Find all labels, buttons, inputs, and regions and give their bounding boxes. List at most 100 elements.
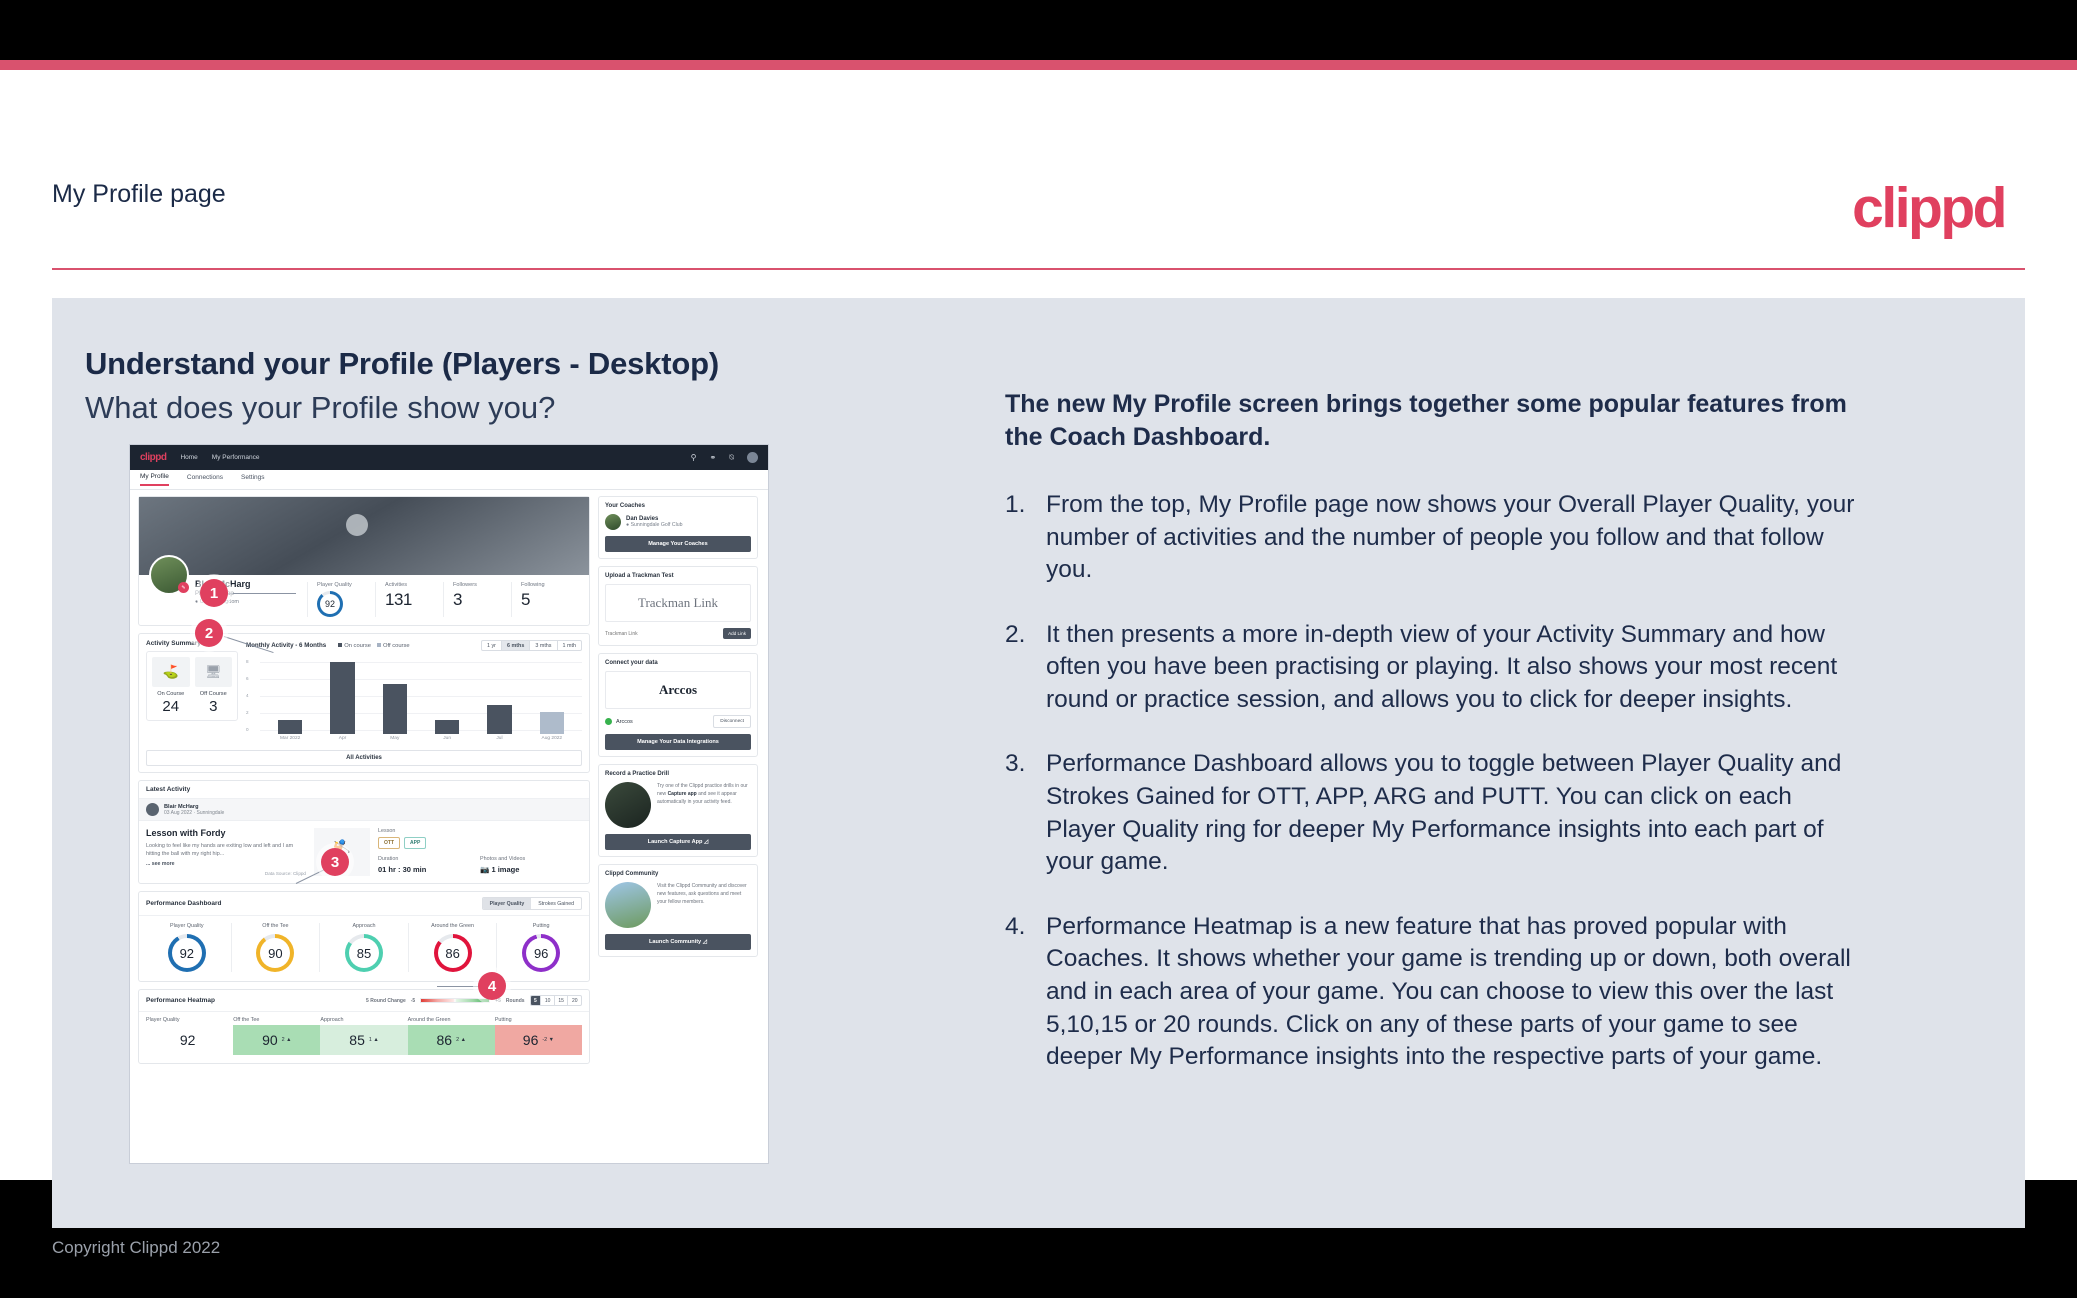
manage-coaches-button[interactable]: Manage Your Coaches [605, 536, 751, 552]
heatmap-cell-player-quality[interactable]: 92 [146, 1025, 234, 1056]
app-navbar: clippd Home My Performance ⚲ ⚭ ⍉ [130, 445, 768, 470]
ytick: 4 [246, 693, 249, 698]
bar [278, 719, 303, 734]
ring-around-the-green[interactable]: Around the Green 86 [407, 923, 497, 973]
activity-media: Photos and Videos 📷 1 image [480, 856, 582, 874]
range-6mths[interactable]: 6 mths [501, 641, 531, 650]
add-link-button[interactable]: Add Link [723, 628, 751, 639]
range-1yr[interactable]: 1 yr [482, 641, 502, 650]
rounds-5[interactable]: 5 [530, 996, 542, 1006]
cell-value: 85 [349, 1032, 365, 1049]
stat-player-quality[interactable]: Player Quality 92 [307, 582, 375, 617]
bar [487, 705, 512, 734]
bar [382, 683, 407, 734]
scale-min: -5 [410, 997, 416, 1004]
callout-marker-4[interactable]: 4 [478, 972, 506, 1000]
ring-off-the-tee[interactable]: Off the Tee 90 [230, 923, 320, 973]
heatmap-cell-around-the-green[interactable]: 86 2 ▲ [407, 1025, 495, 1056]
edit-pencil-icon[interactable]: ✎ [178, 582, 189, 593]
rounds-20[interactable]: 20 [568, 996, 581, 1005]
toggle-strokes-gained[interactable]: Strokes Gained [531, 898, 581, 909]
launch-capture-app-button[interactable]: Launch Capture App ◿ [605, 834, 751, 850]
disconnect-button[interactable]: Disconnect [713, 715, 751, 728]
community-icon[interactable]: ⚭ [709, 453, 716, 462]
launch-community-button[interactable]: Launch Community ◿ [605, 934, 751, 950]
ring-player-quality[interactable]: Player Quality 92 [143, 923, 231, 973]
community-photo [605, 882, 651, 928]
ring-label: Player Quality [170, 923, 204, 930]
monitor-icon: 🖥 [194, 657, 232, 687]
ring-label: Around the Green [431, 923, 474, 930]
ring-approach[interactable]: Approach 85 [319, 923, 408, 973]
all-activities-button[interactable]: All Activities [146, 750, 582, 766]
activity-body: Lesson with Fordy Looking to feel like m… [139, 821, 589, 883]
ring-putting[interactable]: Putting 96 [496, 923, 585, 973]
connected-status-icon [605, 718, 612, 725]
avatar-icon[interactable] [747, 452, 758, 463]
stat-value: 131 [385, 590, 412, 609]
heatmap-cell-putting[interactable]: 96 -2 ▼ [494, 1025, 583, 1056]
profile-stats: Player Quality 92 Activities 131 Followe… [307, 575, 579, 617]
clippd-logo: clippd [1852, 176, 2007, 240]
toggle-player-quality[interactable]: Player Quality [482, 898, 532, 910]
activity-author: Blair McHarg 03 Aug 2022 · Sunningdale [139, 799, 589, 821]
ring-label: Off the Tee [262, 923, 289, 930]
list-number: 2. [1005, 620, 1026, 648]
nav-link-home[interactable]: Home [180, 454, 197, 461]
duration-value: 01 hr : 30 min [378, 865, 427, 874]
chip-ott[interactable]: OTT [378, 837, 400, 849]
range-1mth[interactable]: 1 mth [558, 641, 581, 650]
activity-type-label: Lesson [378, 828, 396, 834]
cell-value: 90 [262, 1032, 278, 1049]
tab-my-profile[interactable]: My Profile [140, 473, 169, 486]
list-item: 4. Performance Heatmap is a new feature … [1005, 911, 1865, 1074]
heatmap-cell-approach[interactable]: 85 1 ▲ [320, 1025, 408, 1056]
list-text: Performance Dashboard allows you to togg… [1046, 750, 1842, 876]
activity-summary-card: Activity Summary ⛳ 🖥 On Course Off Cours… [138, 633, 590, 773]
player-quality-ring[interactable]: 92 [317, 591, 343, 617]
activity-chips: OTT APP [378, 837, 582, 849]
performance-dashboard-card: Performance Dashboard Player Quality Str… [138, 891, 590, 983]
trackman-card: Upload a Trackman Test Trackman Link Add… [598, 566, 758, 646]
practice-drill-text: Try one of the Clippd practice drills in… [657, 783, 748, 805]
trackman-title: Upload a Trackman Test [605, 573, 674, 579]
activity-text-column: Lesson with Fordy Looking to feel like m… [146, 828, 306, 876]
tab-settings[interactable]: Settings [241, 474, 265, 485]
rounds-15[interactable]: 15 [555, 996, 569, 1006]
manage-data-integrations-button[interactable]: Manage Your Data Integrations [605, 734, 751, 750]
author-avatar [146, 803, 159, 816]
stat-activities: Activities 131 [375, 582, 443, 617]
add-circle-icon[interactable]: ⍉ [729, 453, 734, 462]
list-number: 4. [1005, 912, 1026, 940]
performance-heatmap-title: Performance Heatmap [146, 997, 215, 1005]
points-list: 1. From the top, My Profile page now sho… [1005, 489, 1865, 1074]
practice-drill-title: Record a Practice Drill [605, 771, 670, 777]
search-icon[interactable]: ⚲ [691, 453, 697, 462]
callout-marker-2[interactable]: 2 [195, 619, 223, 647]
practice-drill-card: Record a Practice Drill Try one of the C… [598, 764, 758, 857]
callout-marker-1[interactable]: 1 [200, 579, 228, 607]
stat-label: Following [521, 582, 545, 588]
xtick: Apr [338, 736, 347, 741]
chip-app[interactable]: APP [404, 837, 427, 849]
trackman-link-input[interactable] [605, 630, 720, 637]
heatmap-cell-off-the-tee[interactable]: 90 2 ▲ [233, 1025, 321, 1056]
community-title: Clippd Community [605, 871, 659, 877]
callout-marker-3[interactable]: 3 [321, 848, 349, 876]
cell-value: 86 [436, 1032, 453, 1049]
see-more-link[interactable]: ... see more [146, 861, 306, 867]
counter-label-on-course: On Course [157, 691, 185, 697]
avatar[interactable]: ✎ [149, 555, 189, 595]
stat-label: Activities [385, 582, 408, 588]
ytick: 2 [246, 710, 249, 715]
app-tabs: My Profile Connections Settings [130, 470, 768, 490]
range-3mths[interactable]: 3 mths [530, 641, 558, 650]
tab-connections[interactable]: Connections [187, 474, 223, 485]
activity-summary-body: Activity Summary ⛳ 🖥 On Course Off Cours… [139, 634, 589, 745]
community-text: Visit the Clippd Community and discover … [657, 883, 747, 905]
chart-header: Monthly Activity - 6 Months On course Of… [246, 640, 582, 651]
nav-link-my-performance[interactable]: My Performance [212, 454, 260, 461]
list-number: 3. [1005, 750, 1026, 778]
rounds-10[interactable]: 10 [541, 996, 555, 1006]
heatmap-label: Off the Tee [233, 1017, 260, 1024]
